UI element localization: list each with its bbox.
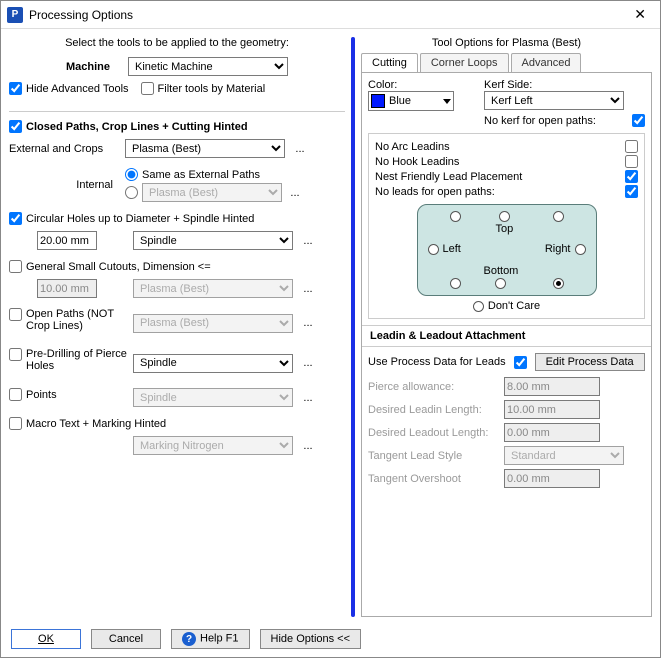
external-tool-select[interactable]: Plasma (Best): [125, 139, 285, 158]
dir-top-radio[interactable]: [499, 211, 510, 222]
leadin-input: [504, 400, 600, 419]
nokerf-open-label: No kerf for open paths:: [484, 115, 596, 127]
use-process-checkbox[interactable]: [514, 356, 527, 369]
noleads-open-label: No leads for open paths:: [375, 186, 495, 198]
predrill-checkbox[interactable]: Pre-Drilling of Pierce Holes: [9, 348, 127, 372]
color-swatch: [371, 94, 385, 108]
internal-tool-select: Plasma (Best): [142, 183, 282, 202]
cancel-button[interactable]: Cancel: [91, 629, 161, 649]
use-process-label: Use Process Data for Leads: [368, 356, 506, 368]
leadin-section-header: Leadin & Leadout Attachment: [362, 325, 651, 347]
dir-right-radio[interactable]: [575, 244, 586, 255]
nest-friendly-checkbox[interactable]: [625, 170, 638, 183]
leadout-label: Desired Leadout Length:: [368, 427, 498, 439]
app-icon: P: [7, 7, 23, 23]
help-icon: ?: [182, 632, 196, 646]
tab-advanced[interactable]: Advanced: [511, 53, 582, 72]
holes-more-button[interactable]: ...: [299, 235, 317, 247]
overshoot-input: [504, 469, 600, 488]
tanstyle-label: Tangent Lead Style: [368, 450, 498, 462]
direction-pad: Top Left Right Bottom: [417, 204, 597, 296]
openpaths-tool-select: Plasma (Best): [133, 314, 293, 333]
dir-tr-radio[interactable]: [553, 211, 564, 222]
pierce-input: [504, 377, 600, 396]
points-tool-select: Spindle: [133, 388, 293, 407]
tab-corner-loops[interactable]: Corner Loops: [420, 53, 509, 72]
predrill-tool-select[interactable]: Spindle: [133, 354, 293, 373]
holes-checkbox[interactable]: Circular Holes up to Diameter + Spindle …: [9, 212, 345, 225]
same-as-external-radio[interactable]: Same as External Paths: [125, 168, 304, 181]
color-select[interactable]: Blue: [368, 91, 454, 111]
noarc-leadins-label: No Arc Leadins: [375, 141, 450, 153]
color-label: Color:: [368, 79, 454, 91]
dir-left-radio[interactable]: [428, 244, 439, 255]
external-more-button[interactable]: ...: [291, 143, 309, 155]
cutouts-tool-select: Plasma (Best): [133, 279, 293, 298]
internal-label: Internal: [9, 179, 119, 191]
filter-material-checkbox[interactable]: Filter tools by Material: [141, 82, 266, 95]
overshoot-label: Tangent Overshoot: [368, 473, 498, 485]
dir-bottom-radio[interactable]: [495, 278, 506, 289]
points-checkbox[interactable]: Points: [9, 388, 127, 401]
kerf-side-select[interactable]: Kerf Left: [484, 91, 624, 110]
cutouts-dimension-input: [37, 279, 97, 298]
leadout-input: [504, 423, 600, 442]
kerf-side-label: Kerf Side:: [484, 79, 645, 91]
hide-options-button[interactable]: Hide Options <<: [260, 629, 362, 649]
openpaths-checkbox[interactable]: Open Paths (NOT Crop Lines): [9, 308, 127, 332]
chevron-down-icon: [443, 99, 451, 104]
macro-tool-select: Marking Nitrogen: [133, 436, 293, 455]
cutouts-more-button[interactable]: ...: [299, 283, 317, 295]
ok-button[interactable]: OK: [11, 629, 81, 649]
machine-label: Machine: [66, 61, 110, 73]
noleads-open-checkbox[interactable]: [625, 185, 638, 198]
dont-care-radio[interactable]: Don't Care: [375, 300, 638, 312]
nohook-leadins-label: No Hook Leadins: [375, 156, 459, 168]
tool-options-title: Tool Options for Plasma (Best): [361, 37, 652, 49]
internal-more-button[interactable]: ...: [286, 187, 304, 199]
help-button[interactable]: ?Help F1: [171, 629, 250, 649]
tanstyle-select: Standard: [504, 446, 624, 465]
nest-friendly-label: Nest Friendly Lead Placement: [375, 171, 522, 183]
tab-cutting[interactable]: Cutting: [361, 53, 418, 72]
pierce-label: Pierce allowance:: [368, 381, 498, 393]
closed-paths-checkbox[interactable]: Closed Paths, Crop Lines + Cutting Hinte…: [9, 120, 345, 133]
dir-bl-radio[interactable]: [450, 278, 461, 289]
internal-tool-radio[interactable]: Plasma (Best) ...: [125, 183, 304, 202]
macro-checkbox[interactable]: Macro Text + Marking Hinted: [9, 417, 345, 430]
holes-diameter-input[interactable]: [37, 231, 97, 250]
close-icon[interactable]: ✕: [626, 6, 654, 23]
instruction-text: Select the tools to be applied to the ge…: [9, 37, 345, 49]
machine-select[interactable]: Kinetic Machine: [128, 57, 288, 76]
divider: [351, 37, 355, 617]
edit-process-button[interactable]: Edit Process Data: [535, 353, 645, 371]
holes-tool-select[interactable]: Spindle: [133, 231, 293, 250]
nohook-leadins-checkbox[interactable]: [625, 155, 638, 168]
dir-br-radio[interactable]: [553, 278, 564, 289]
dir-tl-radio[interactable]: [450, 211, 461, 222]
leadin-label: Desired Leadin Length:: [368, 404, 498, 416]
openpaths-more-button[interactable]: ...: [299, 317, 317, 329]
external-crops-label: External and Crops: [9, 143, 119, 155]
cutouts-checkbox[interactable]: General Small Cutouts, Dimension <=: [9, 260, 345, 273]
noarc-leadins-checkbox[interactable]: [625, 140, 638, 153]
hide-advanced-checkbox[interactable]: Hide Advanced Tools: [9, 82, 129, 95]
points-more-button[interactable]: ...: [299, 392, 317, 404]
window-title: Processing Options: [29, 8, 626, 22]
nokerf-open-checkbox[interactable]: [632, 114, 645, 127]
macro-more-button[interactable]: ...: [299, 440, 317, 452]
predrill-more-button[interactable]: ...: [299, 357, 317, 369]
